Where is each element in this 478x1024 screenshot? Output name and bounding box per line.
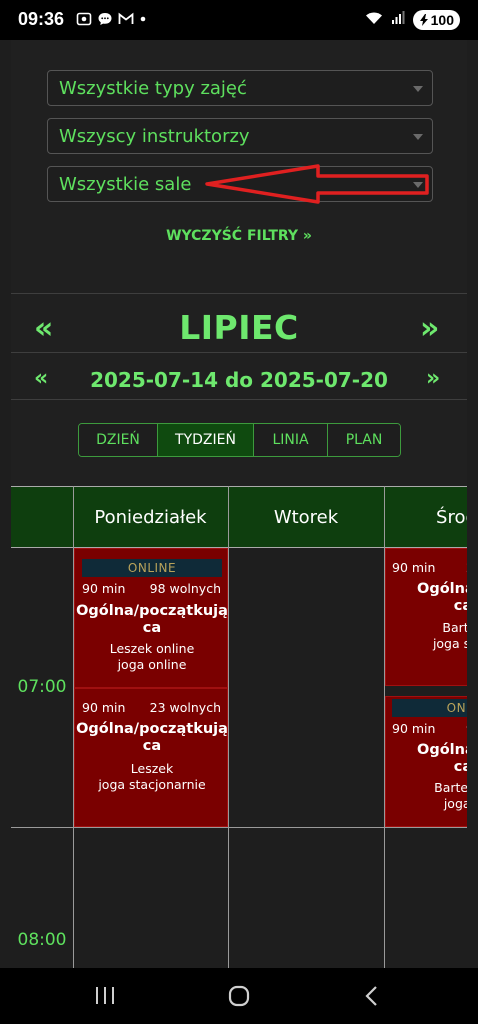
divider xyxy=(11,352,467,353)
event-room: joga o xyxy=(443,796,467,811)
signal-icon xyxy=(391,10,405,30)
home-icon[interactable] xyxy=(228,985,250,1011)
event-spots: 9 xyxy=(466,721,467,736)
event-title-line2: ca xyxy=(142,620,162,636)
calendar-header: Poniedziałek Wtorek Środa xyxy=(11,486,467,548)
event-spots: 98 wolnych xyxy=(149,581,221,596)
screenshot-icon xyxy=(76,11,92,27)
notification-icons xyxy=(76,11,147,27)
charging-icon xyxy=(419,14,428,26)
event-title-line2: ca xyxy=(453,598,467,614)
event-title-line1: Ogólna/początkują xyxy=(76,721,228,737)
month-title: LIPIEC xyxy=(179,308,299,347)
battery-level: 100 xyxy=(430,12,454,28)
battery-indicator: 100 xyxy=(412,10,460,30)
chevron-down-icon xyxy=(413,182,423,188)
class-type-value: Wszystkie typy zajęć xyxy=(59,78,247,99)
chevron-down-icon xyxy=(413,86,423,92)
grid-line xyxy=(228,486,229,968)
class-event[interactable]: ONLI 90 min 9 Ogólna/poc ca Bartek Z. jo… xyxy=(385,696,467,827)
tab-day[interactable]: DZIEŃ xyxy=(79,424,158,456)
system-nav-bar xyxy=(0,968,478,1024)
instructor-select[interactable]: Wszyscy instruktorzy xyxy=(47,118,433,154)
event-title-line2: ca xyxy=(453,759,467,775)
week-calendar: Poniedziałek Wtorek Środa 07:00 08:00 ON… xyxy=(11,486,467,968)
event-spots: 2 xyxy=(466,560,467,575)
divider xyxy=(11,399,467,400)
day-header-monday: Poniedziałek xyxy=(94,507,207,528)
class-event[interactable]: ONLINE 90 min 98 wolnych Ogólna/początku… xyxy=(74,548,228,688)
room-select[interactable]: Wszystkie sale xyxy=(47,166,433,202)
event-duration: 90 min xyxy=(82,700,126,715)
class-event[interactable]: 90 min 23 wolnych Ogólna/początkują ca L… xyxy=(74,688,228,827)
recent-apps-icon[interactable] xyxy=(94,986,116,1010)
time-label-0800: 08:00 xyxy=(17,930,67,950)
system-icons: 100 xyxy=(365,10,460,30)
class-event[interactable]: 90 min 2 Ogólna/poc ca Bartek joga stacj xyxy=(385,548,467,686)
event-room: joga online xyxy=(117,657,187,672)
instructor-value: Wszyscy instruktorzy xyxy=(59,126,250,147)
clear-filters-link[interactable]: WYCZYŚĆ FILTRY » xyxy=(0,228,478,244)
gmail-icon xyxy=(118,11,134,27)
event-title-line1: Ogólna/poc xyxy=(417,742,467,758)
time-label-0700: 07:00 xyxy=(17,677,67,697)
event-title-line1: Ogólna/poc xyxy=(417,581,467,597)
event-duration: 90 min xyxy=(82,581,126,596)
event-instructor: Bartek xyxy=(442,620,467,635)
tab-week[interactable]: TYDZIEŃ xyxy=(158,424,254,456)
event-spots: 23 wolnych xyxy=(149,700,221,715)
chat-icon xyxy=(97,11,113,27)
event-title-line2: ca xyxy=(142,738,162,754)
chevron-down-icon xyxy=(413,134,423,140)
view-tabs: DZIEŃ TYDZIEŃ LINIA PLAN xyxy=(78,423,401,457)
event-duration: 90 min xyxy=(392,721,436,736)
event-duration: 90 min xyxy=(392,560,436,575)
next-month-button[interactable]: » xyxy=(420,311,439,346)
day-header-wednesday: Środa xyxy=(436,507,467,528)
online-badge: ONLI xyxy=(392,699,467,717)
status-time: 09:36 xyxy=(18,9,65,29)
dot-icon xyxy=(139,11,147,27)
status-bar: 09:36 100 xyxy=(0,0,478,40)
event-room: joga stacjonarnie xyxy=(98,777,206,792)
online-badge: ONLINE xyxy=(82,559,222,577)
room-value: Wszystkie sale xyxy=(59,174,192,195)
day-header-tuesday: Wtorek xyxy=(273,507,339,528)
hour-line xyxy=(11,827,467,828)
class-type-select[interactable]: Wszystkie typy zajęć xyxy=(47,70,433,106)
tab-plan[interactable]: PLAN xyxy=(328,424,400,456)
event-title-line1: Ogólna/początkują xyxy=(76,603,228,619)
divider xyxy=(11,293,467,294)
event-instructor: Leszek online xyxy=(109,641,195,656)
wifi-icon xyxy=(365,10,383,30)
next-week-button[interactable]: » xyxy=(426,366,440,391)
tab-line[interactable]: LINIA xyxy=(254,424,328,456)
back-icon[interactable] xyxy=(364,985,380,1011)
week-range: 2025-07-14 do 2025-07-20 xyxy=(90,368,388,392)
event-instructor: Bartek Z. xyxy=(434,780,467,795)
event-instructor: Leszek xyxy=(130,761,174,776)
event-room: joga stacj xyxy=(432,636,467,651)
